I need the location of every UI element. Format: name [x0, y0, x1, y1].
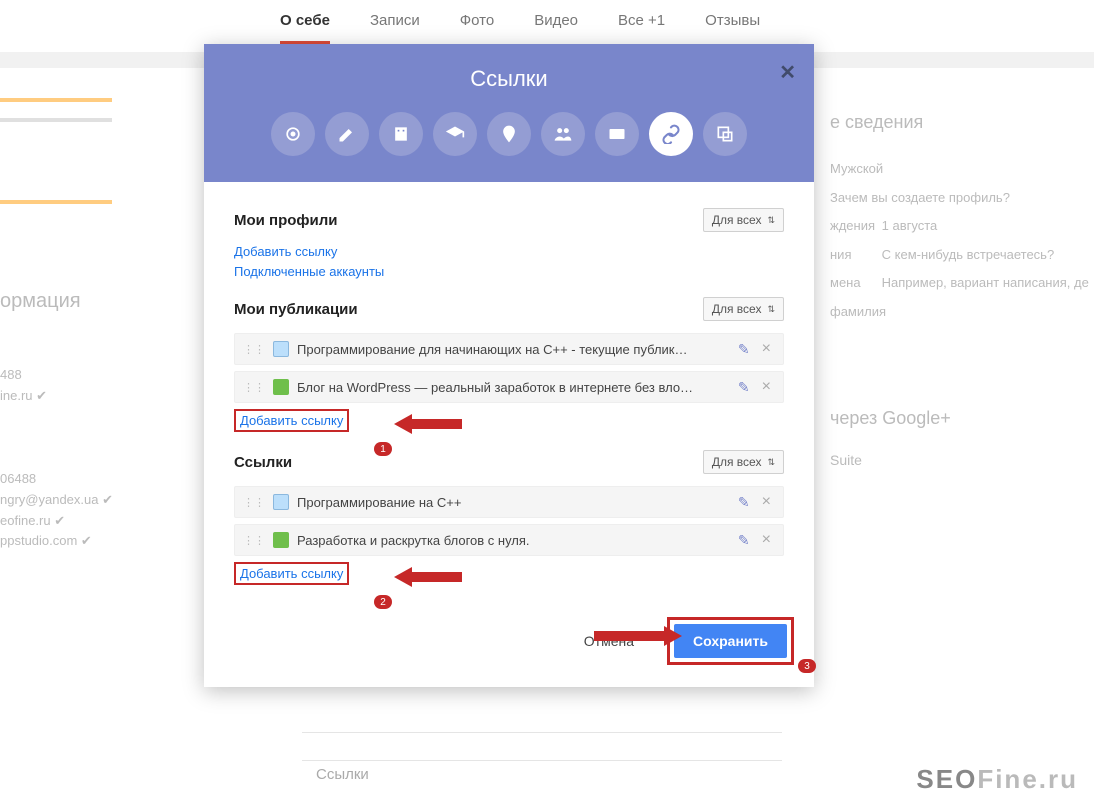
nav-tab-plusone[interactable]: Все +1	[618, 12, 665, 44]
visibility-selector[interactable]: Для всех	[703, 450, 784, 474]
bg-profile-info: Мужской Зачем вы создаете профиль? ждени…	[830, 155, 1094, 327]
add-link[interactable]: Добавить ссылку	[240, 413, 343, 428]
link-text: Программирование на C++	[297, 495, 730, 510]
edit-icon[interactable]: ✎	[738, 532, 750, 549]
bg-bottom-section: Ссылки	[302, 732, 782, 802]
save-button[interactable]: Сохранить	[674, 624, 787, 658]
favicon-icon	[273, 341, 289, 357]
link-item[interactable]: ⋮⋮ Блог на WordPress — реальный заработо…	[234, 371, 784, 403]
nav-tab-video[interactable]: Видео	[534, 12, 578, 44]
favicon-icon	[273, 494, 289, 510]
drag-handle-icon[interactable]: ⋮⋮	[243, 343, 265, 356]
bg-info-heading: ормация	[0, 290, 81, 313]
link-text: Блог на WordPress — реальный заработок в…	[297, 380, 730, 395]
section-links: Ссылки Для всех ⋮⋮ Программирование на C…	[234, 450, 784, 585]
annotation-highlight: Добавить ссылку	[234, 409, 349, 432]
connected-accounts-link[interactable]: Подключенные аккаунты	[234, 264, 784, 279]
chain-icon[interactable]	[649, 112, 693, 156]
annotation-arrow	[394, 568, 462, 586]
visibility-selector[interactable]: Для всех	[703, 208, 784, 232]
favicon-icon	[273, 379, 289, 395]
modal-header: ✕ Ссылки	[204, 44, 814, 182]
add-link[interactable]: Добавить ссылку	[234, 244, 784, 259]
link-text: Разработка и раскрутка блогов с нуля.	[297, 533, 730, 548]
people-icon[interactable]	[541, 112, 585, 156]
pin-icon[interactable]	[487, 112, 531, 156]
bg-decoration	[0, 118, 112, 122]
delete-icon[interactable]: ×	[758, 340, 775, 358]
annotation-arrow	[394, 415, 462, 433]
link-text: Программирование для начинающих на C++ -…	[297, 342, 730, 357]
nav-tab-reviews[interactable]: Отзывы	[705, 12, 760, 44]
section-title: Мои профили	[234, 212, 338, 229]
watermark: SEOFine.ru	[916, 764, 1078, 795]
section-icon-row	[204, 112, 814, 156]
nav-tab-about[interactable]: О себе	[280, 12, 330, 44]
bg-section-heading: е сведения	[830, 112, 923, 133]
profile-nav: О себе Записи Фото Видео Все +1 Отзывы	[0, 12, 1094, 44]
nav-tab-posts[interactable]: Записи	[370, 12, 420, 44]
link-item[interactable]: ⋮⋮ Разработка и раскрутка блогов с нуля.…	[234, 524, 784, 556]
drag-handle-icon[interactable]: ⋮⋮	[243, 496, 265, 509]
nav-tab-photos[interactable]: Фото	[460, 12, 494, 44]
section-title: Ссылки	[234, 454, 292, 471]
bg-suite-text: Suite	[830, 452, 862, 468]
section-title: Мои публикации	[234, 301, 358, 318]
id-card-icon[interactable]	[595, 112, 639, 156]
modal-footer: Отмена Сохранить 3	[204, 607, 814, 687]
annotation-highlight: Добавить ссылку	[234, 562, 349, 585]
edit-icon[interactable]: ✎	[738, 379, 750, 396]
drag-handle-icon[interactable]: ⋮⋮	[243, 381, 265, 394]
delete-icon[interactable]: ×	[758, 378, 775, 396]
pencil-icon[interactable]	[325, 112, 369, 156]
drag-handle-icon[interactable]: ⋮⋮	[243, 534, 265, 547]
section-publications: Мои публикации Для всех ⋮⋮ Программирова…	[234, 297, 784, 432]
delete-icon[interactable]: ×	[758, 531, 775, 549]
delete-icon[interactable]: ×	[758, 493, 775, 511]
bg-gplus-heading: через Google+	[830, 408, 951, 429]
edit-icon[interactable]: ✎	[738, 341, 750, 358]
annotation-highlight: Сохранить	[667, 617, 794, 665]
link-item[interactable]: ⋮⋮ Программирование на C++ ✎ ×	[234, 486, 784, 518]
favicon-icon	[273, 532, 289, 548]
external-icon[interactable]	[703, 112, 747, 156]
graduation-icon[interactable]	[433, 112, 477, 156]
modal-title: Ссылки	[204, 66, 814, 92]
intro-icon[interactable]	[271, 112, 315, 156]
annotation-badge: 3	[798, 659, 816, 673]
modal-body: Мои профили Для всех Добавить ссылку Под…	[204, 182, 814, 607]
edit-icon[interactable]: ✎	[738, 494, 750, 511]
bg-decoration	[0, 200, 112, 204]
section-profiles: Мои профили Для всех Добавить ссылку Под…	[234, 208, 784, 279]
link-item[interactable]: ⋮⋮ Программирование для начинающих на C+…	[234, 333, 784, 365]
building-icon[interactable]	[379, 112, 423, 156]
close-icon[interactable]: ✕	[779, 60, 796, 85]
add-link[interactable]: Добавить ссылку	[240, 566, 343, 581]
links-modal: ✕ Ссылки Мои профили Для всех Добавить с…	[204, 44, 814, 687]
annotation-arrow	[594, 627, 682, 645]
bg-decoration	[0, 98, 112, 102]
bg-contacts: 488 ine.ru ✔ 06488 ngry@yandex.ua ✔ eofi…	[0, 365, 113, 552]
visibility-selector[interactable]: Для всех	[703, 297, 784, 321]
